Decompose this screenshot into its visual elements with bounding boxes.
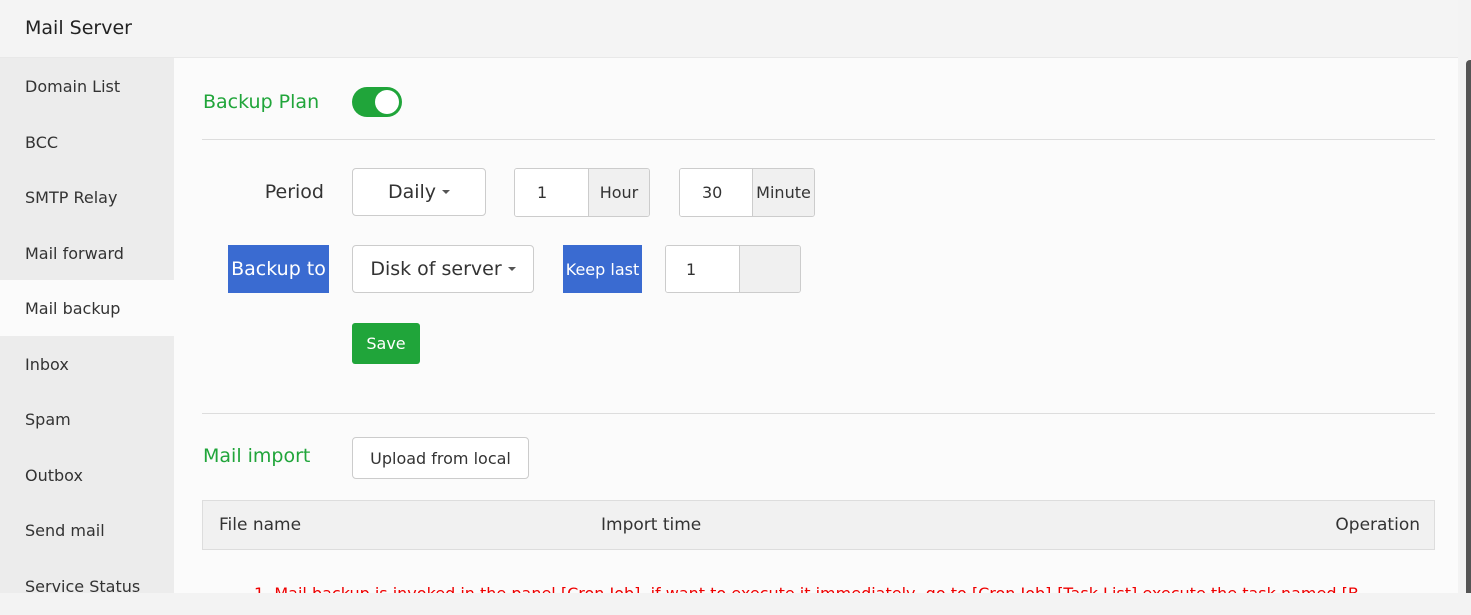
sidebar-item-mail-backup[interactable]: Mail backup [0, 280, 174, 336]
scrollbar-thumb[interactable] [1466, 60, 1471, 593]
period-select[interactable]: Daily [352, 168, 486, 216]
sidebar-item-spam[interactable]: Spam [0, 391, 174, 447]
mail-import-title: Mail import [203, 445, 311, 467]
sidebar-item-outbox[interactable]: Outbox [0, 447, 174, 503]
minute-input-group: Minute [679, 168, 815, 217]
column-operation: Operation [1335, 515, 1420, 535]
sidebar-item-domain-list[interactable]: Domain List [0, 58, 174, 114]
sidebar-item-bcc[interactable]: BCC [0, 114, 174, 170]
caret-down-icon [507, 267, 516, 271]
sidebar-item-smtp-relay[interactable]: SMTP Relay [0, 169, 174, 225]
sidebar-item-service-status[interactable]: Service Status [0, 558, 174, 614]
keep-last-unit [739, 246, 800, 292]
keep-last-input-group [665, 245, 801, 293]
scrollbar[interactable] [1458, 0, 1471, 593]
divider [202, 139, 1435, 140]
backup-to-select[interactable]: Disk of server [352, 245, 534, 293]
column-file-name: File name [219, 515, 302, 535]
sidebar-item-inbox[interactable]: Inbox [0, 336, 174, 392]
period-label: Period [264, 181, 324, 203]
backup-to-label: Backup to [228, 245, 329, 293]
sidebar: Domain List BCC SMTP Relay Mail forward … [0, 58, 174, 596]
backup-to-value: Disk of server [370, 258, 502, 280]
hour-unit: Hour [588, 169, 649, 216]
note-line: 1. Mail backup is invoked in the panel [… [254, 584, 1359, 593]
hour-input[interactable] [515, 169, 588, 216]
upload-from-local-button[interactable]: Upload from local [352, 437, 529, 479]
period-value: Daily [387, 181, 437, 203]
keep-last-label: Keep last [563, 245, 642, 293]
keep-last-input[interactable] [666, 246, 739, 292]
content-panel: Backup Plan Period Daily Hour Minute Bac… [174, 58, 1458, 593]
divider [202, 413, 1435, 414]
minute-unit: Minute [752, 169, 814, 216]
title-bar: Mail Server [0, 0, 1458, 58]
hour-input-group: Hour [514, 168, 650, 217]
save-button[interactable]: Save [352, 323, 420, 364]
backup-plan-toggle[interactable] [352, 87, 402, 117]
column-import-time: Import time [601, 515, 702, 535]
import-table-header: File name Import time Operation [202, 500, 1435, 550]
window-title: Mail Server [25, 17, 132, 39]
sidebar-item-send-mail[interactable]: Send mail [0, 502, 174, 558]
sidebar-item-mail-forward[interactable]: Mail forward [0, 225, 174, 281]
caret-down-icon [442, 190, 451, 194]
backup-plan-title: Backup Plan [203, 91, 320, 113]
minute-input[interactable] [680, 169, 752, 216]
